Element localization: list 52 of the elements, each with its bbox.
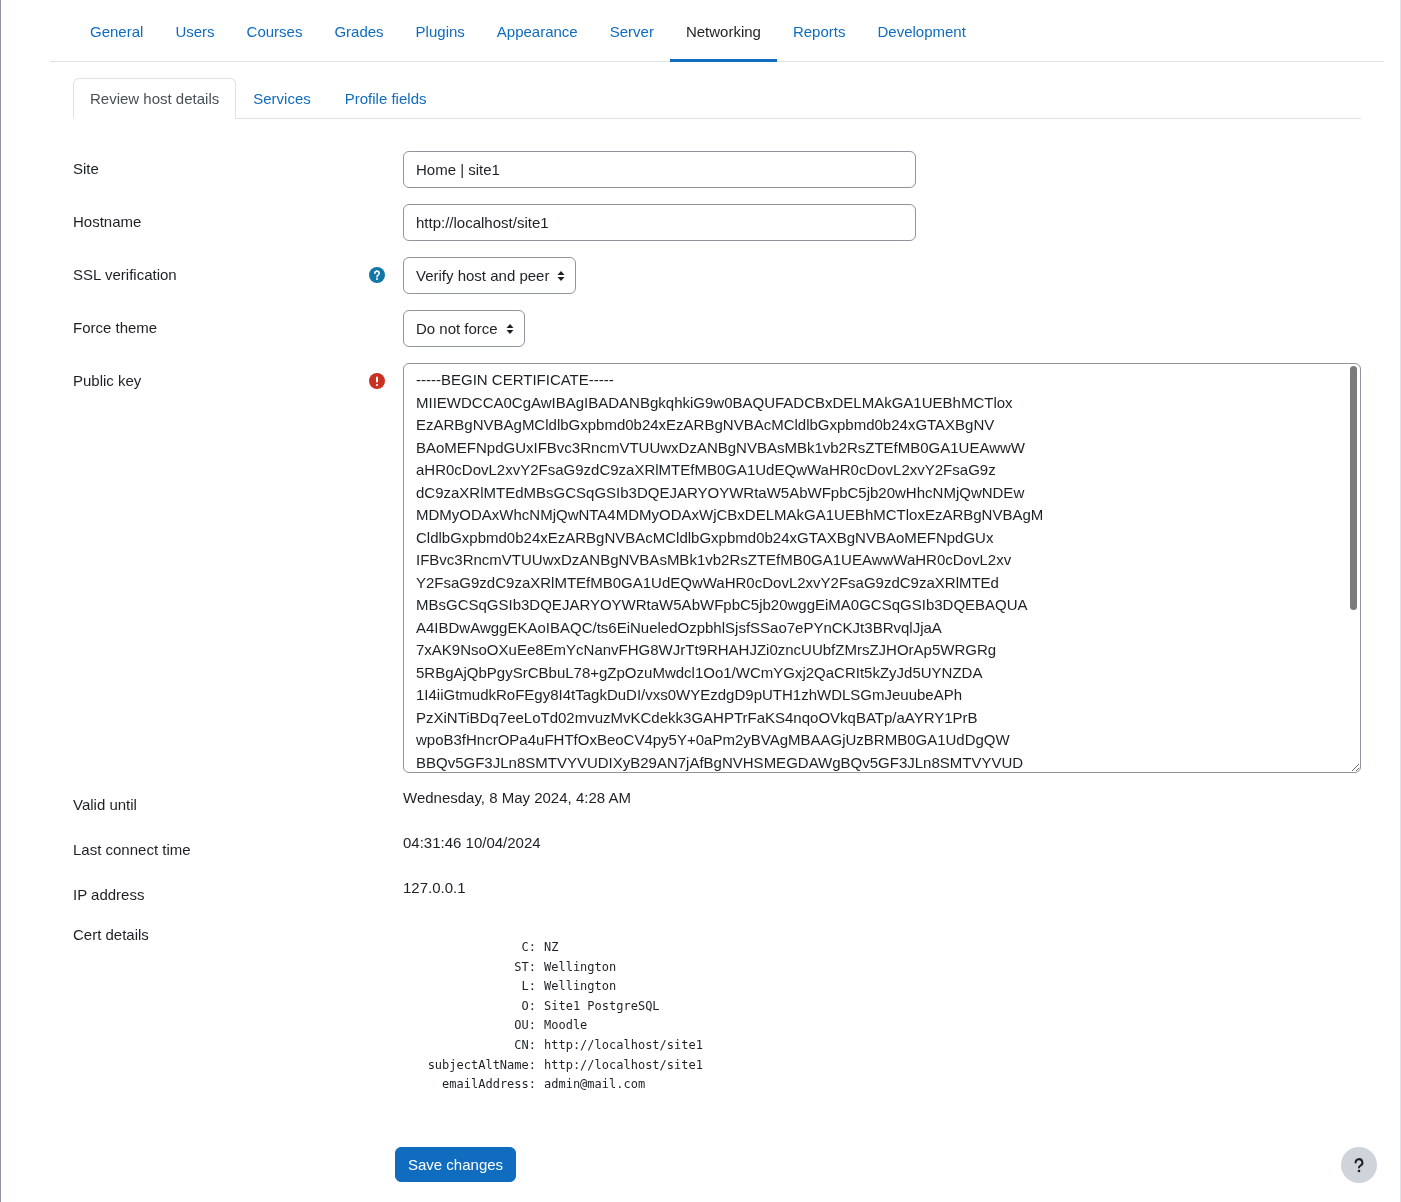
field-value: 04:31:46 10/04/2024: [403, 834, 542, 851]
cert-key: OU:: [403, 1016, 536, 1036]
nav-tab[interactable]: Courses: [230, 0, 319, 62]
nav-tab[interactable]: Server: [593, 0, 670, 62]
nav-tab[interactable]: Users: [159, 0, 231, 62]
field-label: Public key: [73, 372, 142, 389]
cert-key: O:: [403, 996, 536, 1017]
cert-value: Wellington: [544, 978, 618, 996]
scrollbar-thumb[interactable]: [1350, 366, 1357, 610]
field-label: Hostname: [73, 213, 142, 230]
cert-value: Site1 PostgreSQL: [544, 997, 661, 1015]
sub-tab[interactable]: Review host details: [73, 78, 237, 119]
field-value: 127.0.0.1: [403, 879, 467, 896]
nav-tab[interactable]: Networking: [669, 0, 777, 62]
sort-caret-icon: [505, 322, 514, 335]
field-label: Force theme: [73, 319, 158, 336]
field-label: Site: [73, 160, 99, 177]
cert-value: Moodle: [544, 1017, 589, 1035]
public-key-field[interactable]: -----BEGIN CERTIFICATE----- MIIEWDCCA0CgAwIBAgIBADANBgkqhkiG9w0BAQUFADCBxDELMAkGA1UEBhMCTlox EzARBgNVBAgMCldlbGxpbmd0b24xEzARBgNVBAcMCldlbGxpbmd0b24xGTAXBgNV BAoMEFNpdGUxIFBvc3RncmVTUUwxDzANBgNVBAsMBk1vb2RsZTEfMB0GA1UEAwwW aHR0cDovL2xvY2FsaG9zdC9zaXRlMTEfMB0GA1UdEQwWaHR0cDovL2xvY2FsaG9z dC9zaXRlMTEdMBsGCSqGSIb3DQEJARYOYWRtaW5AbWFpbC5jb20wHhcNMjQwNDEw MDMyODAxWhcNMjQwNTA4MDMyODAxWjCBxDELMAkGA1UEBhMCTloxEzARBgNVBAgM CldlbGxpbmd0b24xEzARBgNVBAcMCldlbGxpbmd0b24xGTAXBgNVBAoMEFNpdGUx IFBvc3RncmVTUUwxDzANBgNVBAsMBk1vb2RsZTEfMB0GA1UEAwwWaHR0cDovL2xv Y2FsaG9zdC9zaXRlMTEfMB0GA1UdEQwWaHR0cDovL2xvY2FsaG9zdC9zaXRlMTEd MBsGCSqGSIb3DQEJARYOYWRtaW5AbWFpbC5jb20wggEiMA0GCSqGSIb3DQEBAQUA A4IBDwAwggEKAoIBAQC/ts6EiNueledOzpbhlSjsfSSao7ePYnCKJt3BRvqlJjaA 7xAK9NsoOXuEe8EmYcNanvFHG8WJrTt9RHAHJZi0zncUUbfZMrsZJHOrAp5WRGRg 5RBgAjQbPgySrCBbuL78+gZpOzuMwdcl1Oo1/WCmYGxj2QaCRIt5kZyJd5UYNZDA 1I4iiGtmudkRoFEgy8I4tTagkDuDI/vxs0WYEzdgD9pUTH1zhWDLSGmJeuubeAPh PzXiNTiBDq7eeLoTd02mvuzMvKCdekk3GAHPTrFaKS4nqoOVkqBATp/aAYRY1PrB wpoB3fHncrOPa4uFHTfOxBeoCV4py5Y+0aPm2yBVAgMBAAGjUzBRMB0GA1UdDgQW BBQv5GF3JLn8SMTVYVUDIXyB29AN7jAfBgNVHSMEGDAWgBQv5GF3JLn8SMTVYVUD: [403, 363, 1361, 773]
field-label: Last connect time: [73, 841, 191, 858]
field-label: Cert details: [73, 926, 149, 943]
cert-key: L:: [403, 977, 536, 997]
nav-tab[interactable]: General: [74, 0, 160, 62]
cert-value: NZ: [544, 939, 560, 956]
nav-tab[interactable]: Plugins: [399, 0, 481, 62]
cert-value: Wellington: [544, 958, 618, 976]
text-field[interactable]: Home | site1: [403, 151, 916, 188]
dropdown-select[interactable]: Do not force: [403, 310, 525, 347]
sub-tab[interactable]: Profile fields: [327, 78, 444, 119]
nav-tab[interactable]: Development: [861, 0, 982, 62]
sub-tab[interactable]: Services: [236, 78, 328, 119]
sort-caret-icon: [557, 269, 566, 282]
field-label: IP address: [73, 886, 145, 903]
cert-key: ST:: [403, 957, 536, 978]
cert-key: subjectAltName:: [403, 1055, 536, 1076]
save-button[interactable]: Save changes: [395, 1147, 517, 1183]
dropdown-select[interactable]: Verify host and peer: [403, 257, 577, 294]
nav-tab[interactable]: Appearance: [480, 0, 594, 62]
help-icon[interactable]: [369, 267, 385, 283]
nav-tab[interactable]: Grades: [318, 0, 400, 62]
help-button[interactable]: [1341, 1146, 1377, 1183]
cert-value: http://localhost/site1: [544, 1036, 703, 1054]
cert-key: C:: [403, 938, 536, 958]
cert-key: emailAddress:: [403, 1075, 536, 1095]
field-label: SSL verification: [73, 266, 177, 283]
cert-value: admin@mail.com: [544, 1076, 647, 1094]
field-label: Valid until: [73, 796, 137, 813]
nav-tab[interactable]: Reports: [776, 0, 862, 62]
field-value: Wednesday, 8 May 2024, 4:28 AM: [403, 789, 632, 806]
text-field[interactable]: http://localhost/site1: [403, 204, 916, 241]
cert-key: CN:: [403, 1035, 536, 1056]
cert-value: http://localhost/site1: [544, 1056, 703, 1074]
